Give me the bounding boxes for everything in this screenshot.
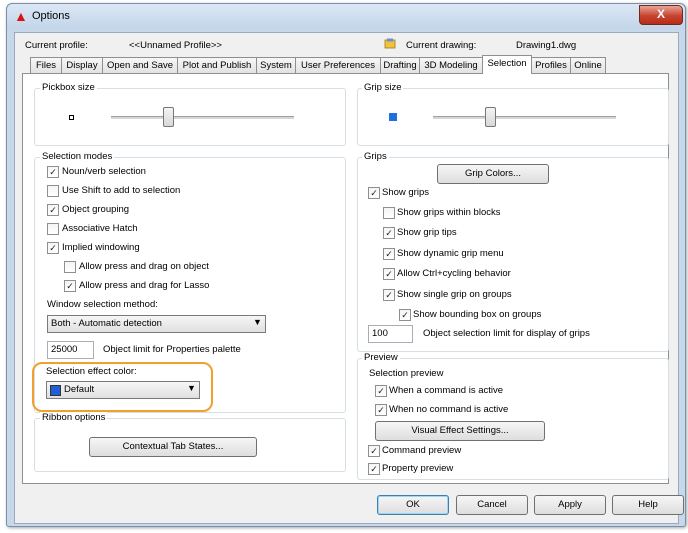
press-drag-object-checkbox[interactable] <box>64 261 76 273</box>
grips-title: Grips <box>362 151 389 162</box>
title-bar[interactable]: ▲ Options X <box>7 4 685 29</box>
tab-open-and-save[interactable]: Open and Save <box>102 57 178 73</box>
window-title: Options <box>32 10 70 22</box>
cancel-button[interactable]: Cancel <box>456 495 528 515</box>
press-drag-lasso-checkbox[interactable]: ✓ <box>64 280 76 292</box>
drawing-file-icon <box>384 38 396 49</box>
single-grip-label: Show single grip on groups <box>397 289 512 300</box>
autocad-logo-icon: ▲ <box>14 8 28 24</box>
tab-plot-and-publish[interactable]: Plot and Publish <box>177 57 257 73</box>
use-shift-label: Use Shift to add to selection <box>62 185 181 196</box>
selection-preview-subtitle: Selection preview <box>369 368 444 379</box>
tab-drafting[interactable]: Drafting <box>380 57 420 73</box>
current-drawing-value: Drawing1.dwg <box>516 40 577 51</box>
bounding-box-label: Show bounding box on groups <box>413 309 542 320</box>
close-button[interactable]: X <box>639 5 683 25</box>
show-grips-label: Show grips <box>382 187 429 198</box>
window-method-dropdown[interactable]: Both - Automatic detection ▼ <box>47 315 266 333</box>
grip-size-preview-icon <box>389 113 397 121</box>
show-grips-checkbox[interactable]: ✓ <box>368 187 380 199</box>
grips-within-blocks-checkbox[interactable] <box>383 207 395 219</box>
tab-selection[interactable]: Selection <box>482 55 532 74</box>
pickbox-preview-icon <box>69 115 74 120</box>
implied-windowing-label: Implied windowing <box>62 242 140 253</box>
pickbox-size-title: Pickbox size <box>40 82 97 93</box>
single-grip-checkbox[interactable]: ✓ <box>383 289 395 301</box>
noun-verb-label: Noun/verb selection <box>62 166 146 177</box>
current-profile-label: Current profile: <box>25 40 88 51</box>
tab-system[interactable]: System <box>256 57 296 73</box>
associative-hatch-label: Associative Hatch <box>62 223 138 234</box>
grip-tips-label: Show grip tips <box>397 227 457 238</box>
current-profile-value: <<Unnamed Profile>> <box>129 40 222 51</box>
object-grouping-checkbox[interactable]: ✓ <box>47 204 59 216</box>
chevron-down-icon: ▼ <box>187 383 196 393</box>
command-active-label: When a command is active <box>389 385 504 396</box>
use-shift-checkbox[interactable] <box>47 185 59 197</box>
contextual-tab-states-button[interactable]: Contextual Tab States... <box>89 437 257 457</box>
no-command-checkbox[interactable]: ✓ <box>375 404 387 416</box>
grip-tips-checkbox[interactable]: ✓ <box>383 227 395 239</box>
grip-slider-thumb[interactable] <box>485 107 496 127</box>
no-command-label: When no command is active <box>389 404 509 415</box>
tab-3d-modeling[interactable]: 3D Modeling <box>419 57 483 73</box>
ok-button[interactable]: OK <box>377 495 449 515</box>
command-preview-label: Command preview <box>382 445 462 456</box>
property-preview-label: Property preview <box>382 463 454 474</box>
grip-slider-track[interactable] <box>433 116 616 119</box>
visual-effect-settings-button[interactable]: Visual Effect Settings... <box>375 421 545 441</box>
command-active-checkbox[interactable]: ✓ <box>375 385 387 397</box>
tab-user-preferences[interactable]: User Preferences <box>295 57 381 73</box>
grip-colors-button[interactable]: Grip Colors... <box>437 164 549 184</box>
object-limit-label: Object limit for Properties palette <box>103 344 241 355</box>
effect-color-label: Selection effect color: <box>46 366 137 377</box>
chevron-down-icon: ▼ <box>253 317 262 327</box>
help-button[interactable]: Help <box>612 495 684 515</box>
tab-online[interactable]: Online <box>570 57 606 73</box>
ctrl-cycling-checkbox[interactable]: ✓ <box>383 268 395 280</box>
ribbon-options-title: Ribbon options <box>40 412 108 423</box>
tab-files[interactable]: Files <box>30 57 62 73</box>
object-grouping-label: Object grouping <box>62 204 130 215</box>
effect-color-value: Default <box>64 384 95 395</box>
dynamic-grip-menu-label: Show dynamic grip menu <box>397 248 504 259</box>
window-method-label: Window selection method: <box>47 299 158 310</box>
grip-limit-input[interactable]: 100 <box>368 325 413 343</box>
bounding-box-checkbox[interactable]: ✓ <box>399 309 411 321</box>
color-swatch-icon <box>50 385 61 396</box>
noun-verb-checkbox[interactable]: ✓ <box>47 166 59 178</box>
selection-modes-title: Selection modes <box>40 151 115 162</box>
associative-hatch-checkbox[interactable] <box>47 223 59 235</box>
grip-limit-label: Object selection limit for display of gr… <box>423 328 590 339</box>
grip-size-title: Grip size <box>362 82 404 93</box>
dynamic-grip-menu-checkbox[interactable]: ✓ <box>383 248 395 260</box>
command-preview-checkbox[interactable]: ✓ <box>368 445 380 457</box>
current-drawing-label: Current drawing: <box>406 40 477 51</box>
preview-title: Preview <box>362 352 400 363</box>
property-preview-checkbox[interactable]: ✓ <box>368 463 380 475</box>
press-drag-object-label: Allow press and drag on object <box>79 261 209 272</box>
ctrl-cycling-label: Allow Ctrl+cycling behavior <box>397 268 511 279</box>
press-drag-lasso-label: Allow press and drag for Lasso <box>79 280 210 291</box>
pickbox-slider-thumb[interactable] <box>163 107 174 127</box>
apply-button[interactable]: Apply <box>534 495 606 515</box>
implied-windowing-checkbox[interactable]: ✓ <box>47 242 59 254</box>
grips-within-blocks-label: Show grips within blocks <box>397 207 501 218</box>
effect-color-dropdown[interactable]: Default ▼ <box>46 381 200 399</box>
window-method-value: Both - Automatic detection <box>51 318 162 329</box>
pickbox-slider-track[interactable] <box>111 116 294 119</box>
tab-display[interactable]: Display <box>61 57 103 73</box>
tab-profiles[interactable]: Profiles <box>531 57 571 73</box>
object-limit-input[interactable]: 25000 <box>47 341 94 359</box>
